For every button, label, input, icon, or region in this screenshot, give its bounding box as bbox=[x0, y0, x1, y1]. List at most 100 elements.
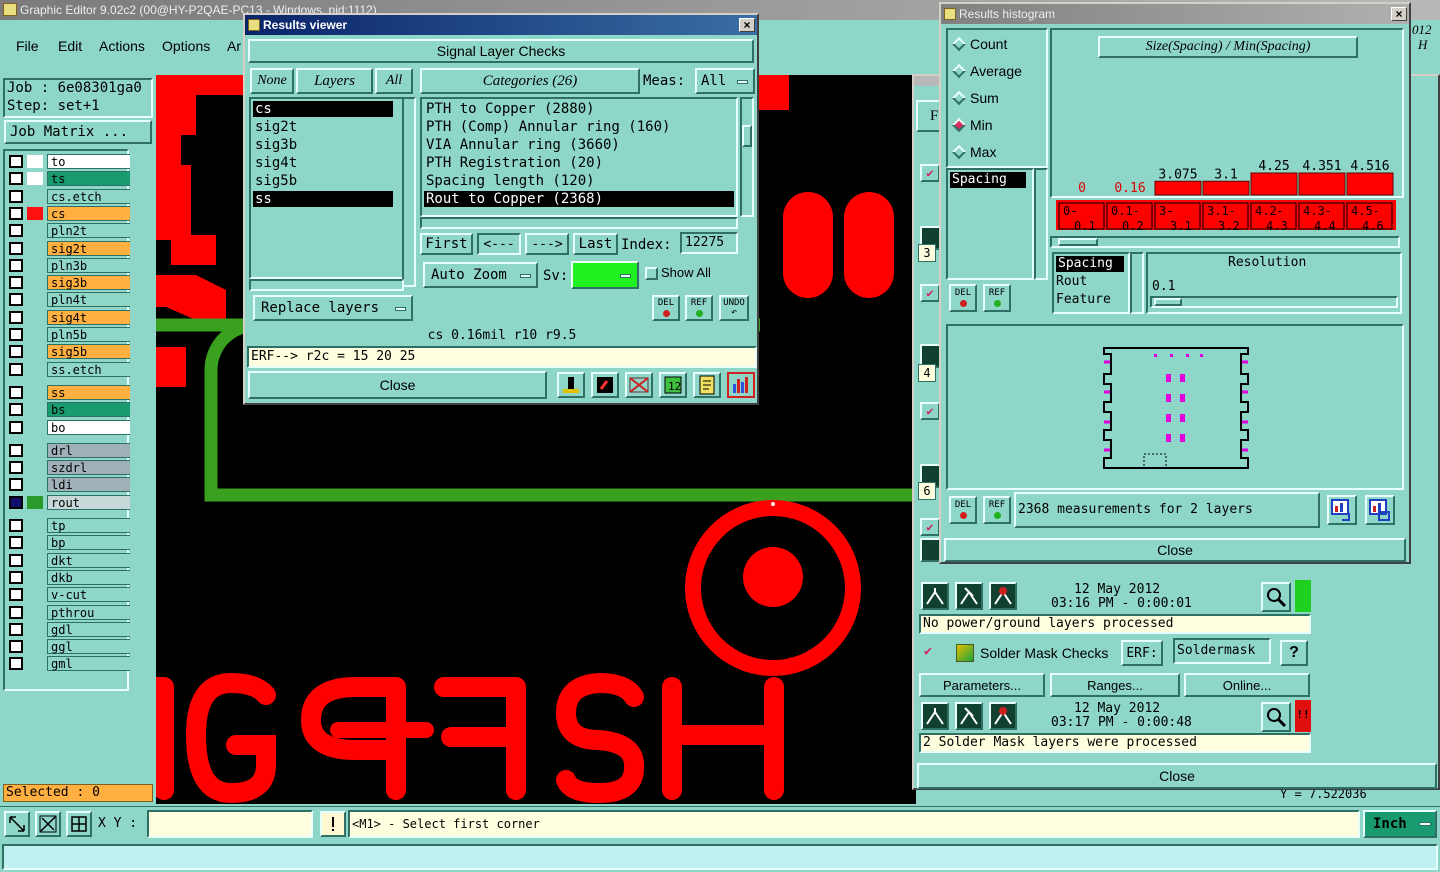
check-enabled-checkbox[interactable]: ✔ bbox=[920, 164, 940, 182]
layer-name[interactable]: cs.etch bbox=[47, 188, 131, 204]
layer-row-pthrou[interactable]: pthrou bbox=[9, 604, 131, 620]
layer-row-gml[interactable]: gml bbox=[9, 656, 131, 672]
check2-checkbox[interactable]: ✔ bbox=[924, 644, 932, 659]
layer-display-swatch[interactable] bbox=[27, 640, 43, 653]
help-button[interactable]: ? bbox=[1280, 640, 1308, 666]
sv-color-select[interactable] bbox=[571, 261, 639, 289]
layer-affected-checkbox[interactable] bbox=[9, 155, 23, 168]
layer-display-swatch[interactable] bbox=[27, 461, 43, 474]
layer-name[interactable]: ss.etch bbox=[47, 361, 131, 377]
menu-options[interactable]: Options bbox=[162, 38, 210, 54]
layer-affected-checkbox[interactable] bbox=[9, 420, 23, 434]
layer-row-sig4t[interactable]: sig4t bbox=[9, 309, 131, 325]
online-button[interactable]: Online... bbox=[1184, 673, 1310, 697]
hist-ref-button[interactable]: REF bbox=[983, 284, 1011, 312]
all-layers-button[interactable]: All bbox=[375, 68, 413, 94]
hist-del-button[interactable]: DEL bbox=[949, 284, 977, 312]
viewer-layer-item[interactable]: sig3b bbox=[253, 137, 393, 153]
measure-type-item[interactable]: Spacing bbox=[950, 172, 1026, 188]
viewer-close-button[interactable]: Close bbox=[248, 371, 547, 399]
viewer-layer-item[interactable]: ss bbox=[253, 191, 393, 207]
measure-item-rout[interactable]: Rout bbox=[1056, 274, 1087, 289]
zoom-results2-icon[interactable] bbox=[1261, 702, 1291, 732]
erf-field[interactable]: Soldermask bbox=[1173, 638, 1271, 664]
layer-row-bo[interactable]: bo bbox=[9, 419, 131, 435]
layer-name[interactable]: gml bbox=[47, 656, 131, 672]
layer-affected-checkbox[interactable] bbox=[9, 588, 23, 602]
layer-row-to[interactable]: to bbox=[9, 154, 131, 169]
xy-input[interactable] bbox=[147, 810, 313, 838]
layer-row-pln4t[interactable]: pln4t bbox=[9, 292, 131, 308]
layer-display-swatch[interactable] bbox=[27, 206, 43, 220]
layer-display-swatch[interactable] bbox=[27, 478, 43, 491]
ref-button[interactable]: REF bbox=[685, 295, 713, 321]
stop-check-icon[interactable] bbox=[989, 582, 1017, 610]
menu-file[interactable]: File bbox=[16, 38, 39, 54]
aggregate-radio-average[interactable] bbox=[951, 63, 967, 79]
zoom-area-tool-icon[interactable] bbox=[35, 811, 61, 837]
category-item[interactable]: Rout to Copper (2368) bbox=[424, 191, 734, 207]
layer-affected-checkbox[interactable] bbox=[9, 385, 23, 399]
layer-display-swatch[interactable] bbox=[27, 588, 43, 601]
histogram-bar[interactable] bbox=[1346, 172, 1394, 196]
layer-display-swatch[interactable] bbox=[27, 242, 43, 255]
viewer-layer-hscroll[interactable] bbox=[249, 279, 404, 291]
layer-affected-checkbox[interactable] bbox=[9, 328, 23, 341]
layer-display-swatch[interactable] bbox=[27, 155, 43, 168]
viewer-category-scrollbar[interactable] bbox=[740, 97, 754, 217]
layer-display-swatch[interactable] bbox=[27, 421, 43, 434]
layer-affected-checkbox[interactable] bbox=[9, 206, 23, 220]
layer-affected-checkbox[interactable] bbox=[9, 276, 23, 290]
layer-name[interactable]: dkt bbox=[47, 552, 131, 568]
layer-display-swatch[interactable] bbox=[27, 444, 43, 457]
viewer-category-hscroll[interactable] bbox=[420, 217, 738, 229]
parameters-button[interactable]: Parameters... bbox=[919, 673, 1045, 697]
close-icon[interactable]: × bbox=[1391, 7, 1407, 21]
layer-name[interactable]: drl bbox=[47, 442, 131, 458]
viewer-layer-item[interactable]: sig2t bbox=[253, 119, 393, 135]
layer-row-cs[interactable]: cs bbox=[9, 205, 131, 221]
run-check2-icon[interactable] bbox=[921, 702, 949, 730]
layer-display-swatch[interactable] bbox=[27, 519, 43, 532]
index-input[interactable]: 12275 bbox=[680, 232, 738, 254]
layer-row-ss.etch[interactable]: ss.etch bbox=[9, 361, 131, 377]
layer-row-pln3b[interactable]: pln3b bbox=[9, 257, 131, 273]
layer-display-swatch[interactable] bbox=[27, 536, 43, 549]
layer-name[interactable]: dkb bbox=[47, 569, 131, 585]
layer-row-bp[interactable]: bp bbox=[9, 535, 131, 551]
layer-name[interactable]: ldi bbox=[47, 477, 131, 493]
viewer-layer-item[interactable]: sig4t bbox=[253, 155, 393, 171]
layer-affected-checkbox[interactable] bbox=[9, 345, 23, 359]
layer-row-gdl[interactable]: gdl bbox=[9, 621, 131, 637]
layer-row-tp[interactable]: tp bbox=[9, 518, 131, 533]
layer-display-swatch[interactable] bbox=[27, 403, 43, 416]
layer-row-bs[interactable]: bs bbox=[9, 402, 131, 418]
scroll-thumb[interactable] bbox=[742, 125, 752, 147]
layer-affected-checkbox[interactable] bbox=[9, 495, 23, 509]
check-enabled-checkbox[interactable]: ✔ bbox=[920, 518, 940, 536]
layer-display-swatch[interactable] bbox=[27, 328, 43, 341]
category-item[interactable]: PTH to Copper (2880) bbox=[424, 101, 734, 117]
layer-display-swatch[interactable] bbox=[27, 172, 43, 186]
preview-del-button[interactable]: DEL bbox=[949, 496, 977, 524]
layer-affected-checkbox[interactable] bbox=[9, 461, 23, 475]
layer-row-ts[interactable]: ts bbox=[9, 171, 131, 187]
layer-display-swatch[interactable] bbox=[27, 259, 43, 272]
grid-tool-icon[interactable] bbox=[66, 811, 92, 837]
layer-row-v-cut[interactable]: v-cut bbox=[9, 587, 131, 603]
layer-name[interactable]: to bbox=[47, 154, 131, 169]
layer-affected-checkbox[interactable] bbox=[9, 241, 23, 255]
viewer-layer-item[interactable]: cs bbox=[253, 101, 393, 117]
layer-row-pln5b[interactable]: pln5b bbox=[9, 327, 131, 342]
layer-row-sig3b[interactable]: sig3b bbox=[9, 275, 131, 291]
erf-button[interactable]: ERF: bbox=[1121, 640, 1163, 666]
layer-display-swatch[interactable] bbox=[27, 571, 43, 584]
aggregate-radio-min[interactable] bbox=[951, 117, 967, 133]
layer-row-sig5b[interactable]: sig5b bbox=[9, 344, 131, 360]
layer-display-swatch[interactable] bbox=[27, 190, 43, 203]
layer-row-sig2t[interactable]: sig2t bbox=[9, 240, 131, 256]
layer-display-swatch[interactable] bbox=[27, 311, 43, 324]
layer-display-swatch[interactable] bbox=[27, 554, 43, 567]
histogram-bar[interactable] bbox=[1298, 172, 1346, 196]
histogram-bar[interactable] bbox=[1154, 180, 1202, 196]
